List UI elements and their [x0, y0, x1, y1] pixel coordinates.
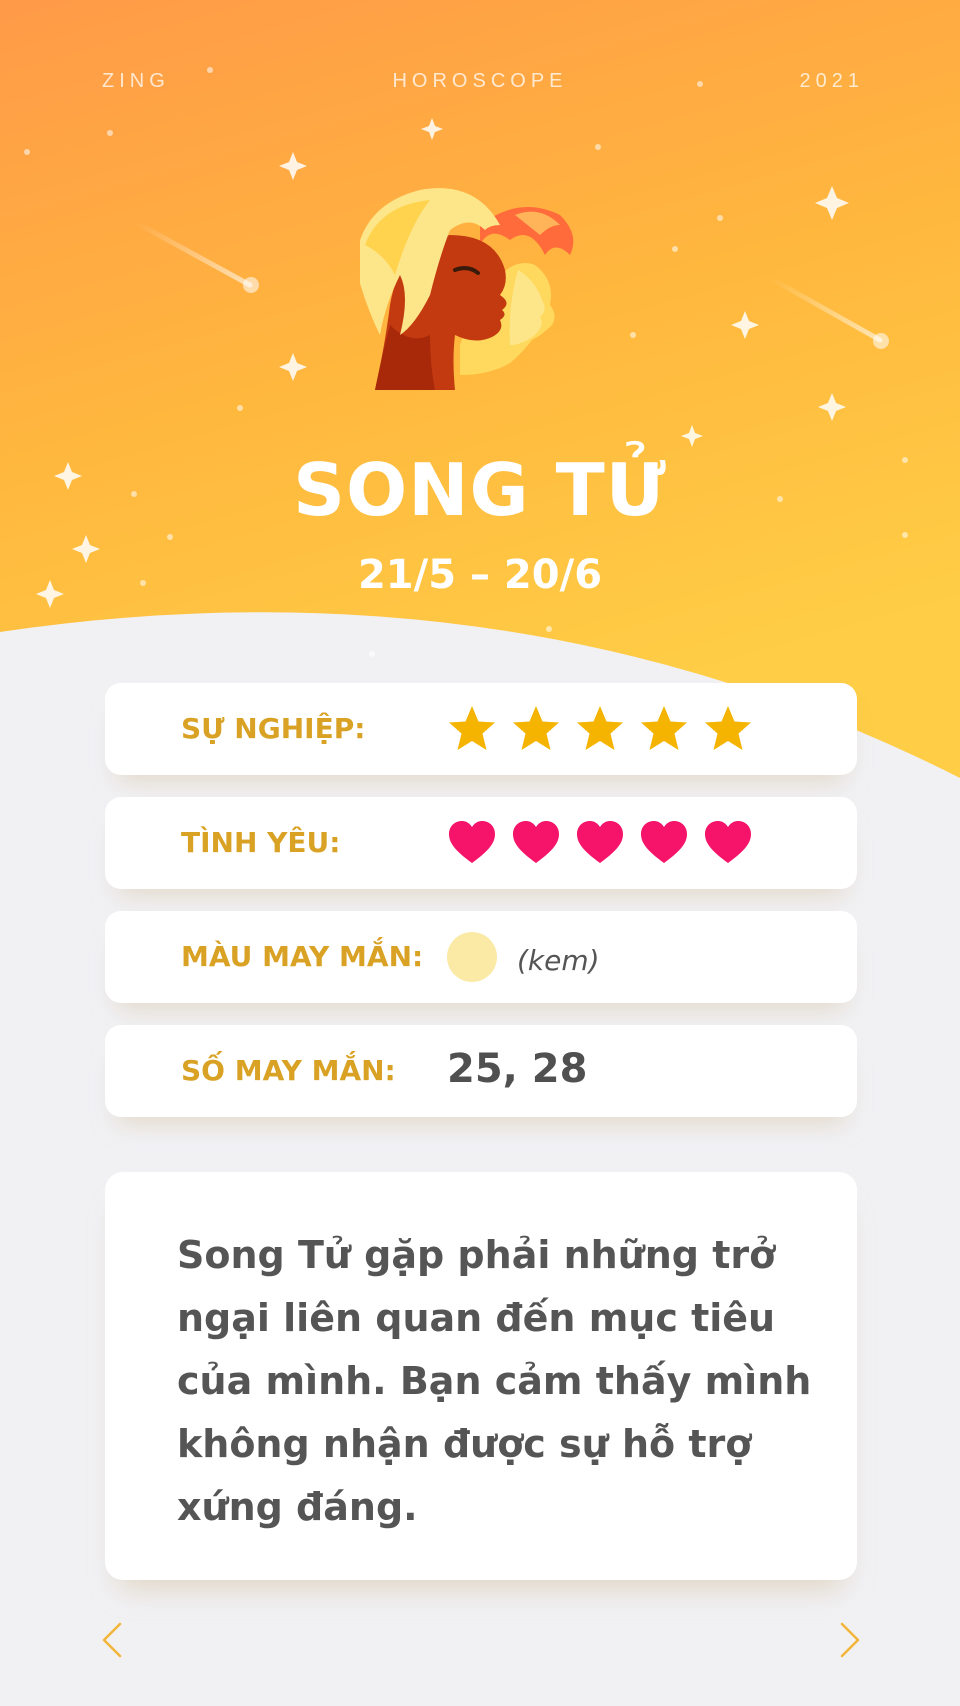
- hero-banner: ZING HOROSCOPE 2021 SONG TỬ 21/5 – 20/6: [0, 0, 960, 800]
- heart-icon: [511, 818, 561, 868]
- chevron-right-icon[interactable]: [838, 1622, 862, 1658]
- lucky-color-card: MÀU MAY MẮN: (kem): [105, 911, 857, 1003]
- lucky-color-swatch: [447, 932, 497, 982]
- heart-icon: [575, 818, 625, 868]
- heart-icon: [639, 818, 689, 868]
- career-card: SỰ NGHIỆP:: [105, 683, 857, 775]
- star-icon: [575, 704, 625, 754]
- lucky-color-name: (kem): [517, 944, 600, 977]
- career-label: SỰ NGHIỆP:: [181, 712, 366, 745]
- sign-name: SONG TỬ: [293, 448, 667, 532]
- year-label: 2021: [799, 70, 864, 92]
- lucky-color-label: MÀU MAY MẮN:: [181, 940, 424, 973]
- love-rating: [447, 797, 753, 889]
- star-icon: [639, 704, 689, 754]
- heart-icon: [447, 818, 497, 868]
- description-card: Song Tử gặp phải những trở ngại liên qua…: [105, 1172, 857, 1580]
- star-icon: [703, 704, 753, 754]
- love-card: TÌNH YÊU:: [105, 797, 857, 889]
- career-rating: [447, 683, 753, 775]
- gemini-faces-icon: [360, 188, 574, 390]
- heart-icon: [703, 818, 753, 868]
- star-icon: [511, 704, 561, 754]
- description-text: Song Tử gặp phải những trở ngại liên qua…: [177, 1233, 812, 1529]
- lucky-number-label: SỐ MAY MẮN:: [181, 1054, 396, 1087]
- chevron-left-icon[interactable]: [100, 1622, 124, 1658]
- lucky-number-value: 25, 28: [447, 1046, 588, 1092]
- sign-dates: 21/5 – 20/6: [357, 552, 603, 598]
- top-bar: ZING HOROSCOPE 2021: [0, 70, 960, 100]
- lucky-number-card: SỐ MAY MẮN: 25, 28: [105, 1025, 857, 1117]
- star-icon: [447, 704, 497, 754]
- love-label: TÌNH YÊU:: [181, 826, 341, 859]
